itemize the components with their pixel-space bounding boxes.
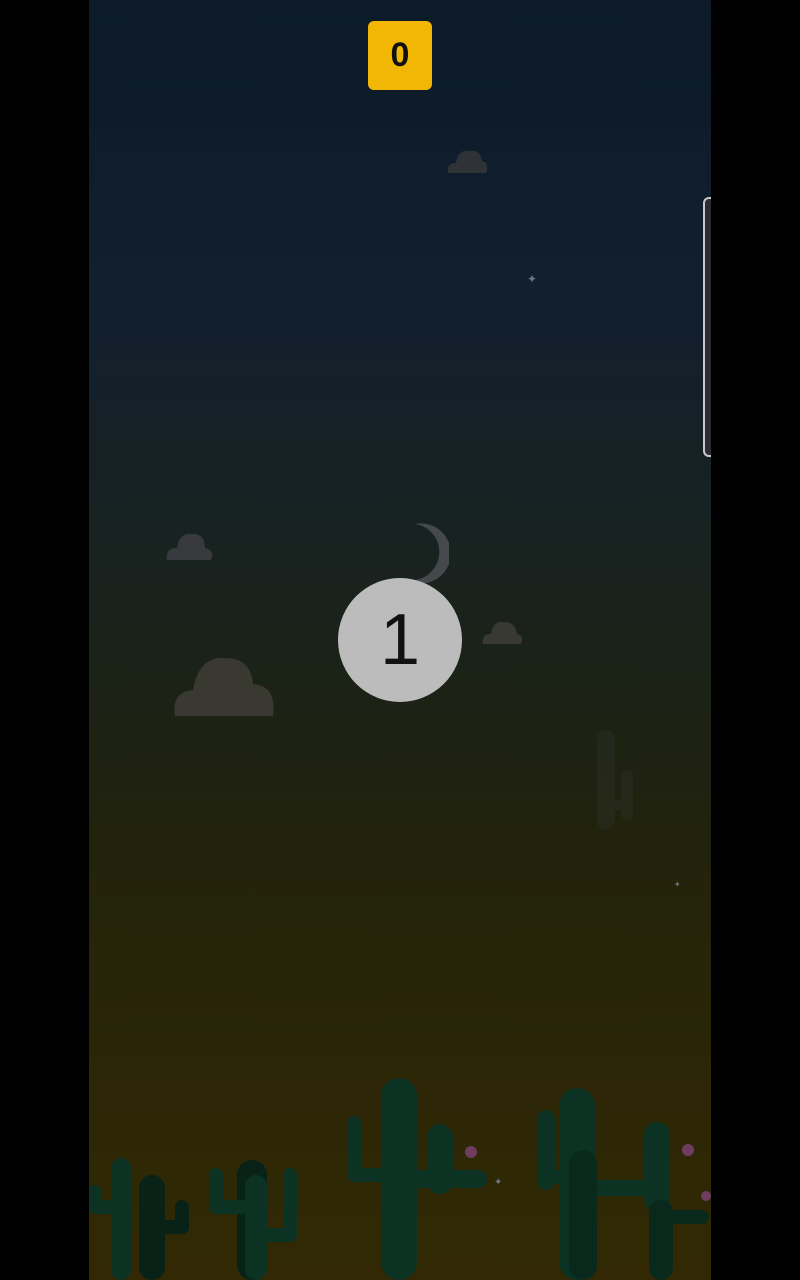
star-icon: ✦ [527, 272, 538, 286]
cloud [166, 533, 213, 560]
cloud [482, 621, 523, 644]
cactus-group [89, 1078, 711, 1280]
moon-icon [407, 523, 449, 584]
game-canvas[interactable]: ✦ ✦ ✦ 0 1 [89, 0, 711, 1280]
distant-cactus [597, 730, 633, 830]
star-icon: ✦ [674, 880, 681, 889]
score-badge: 0 [368, 21, 432, 90]
cloud [174, 657, 274, 716]
letterbox-right [711, 0, 800, 1280]
side-panel-handle[interactable] [703, 197, 711, 457]
letterbox-left [0, 0, 89, 1280]
cloud [447, 150, 488, 173]
countdown-timer: 1 [338, 578, 462, 702]
